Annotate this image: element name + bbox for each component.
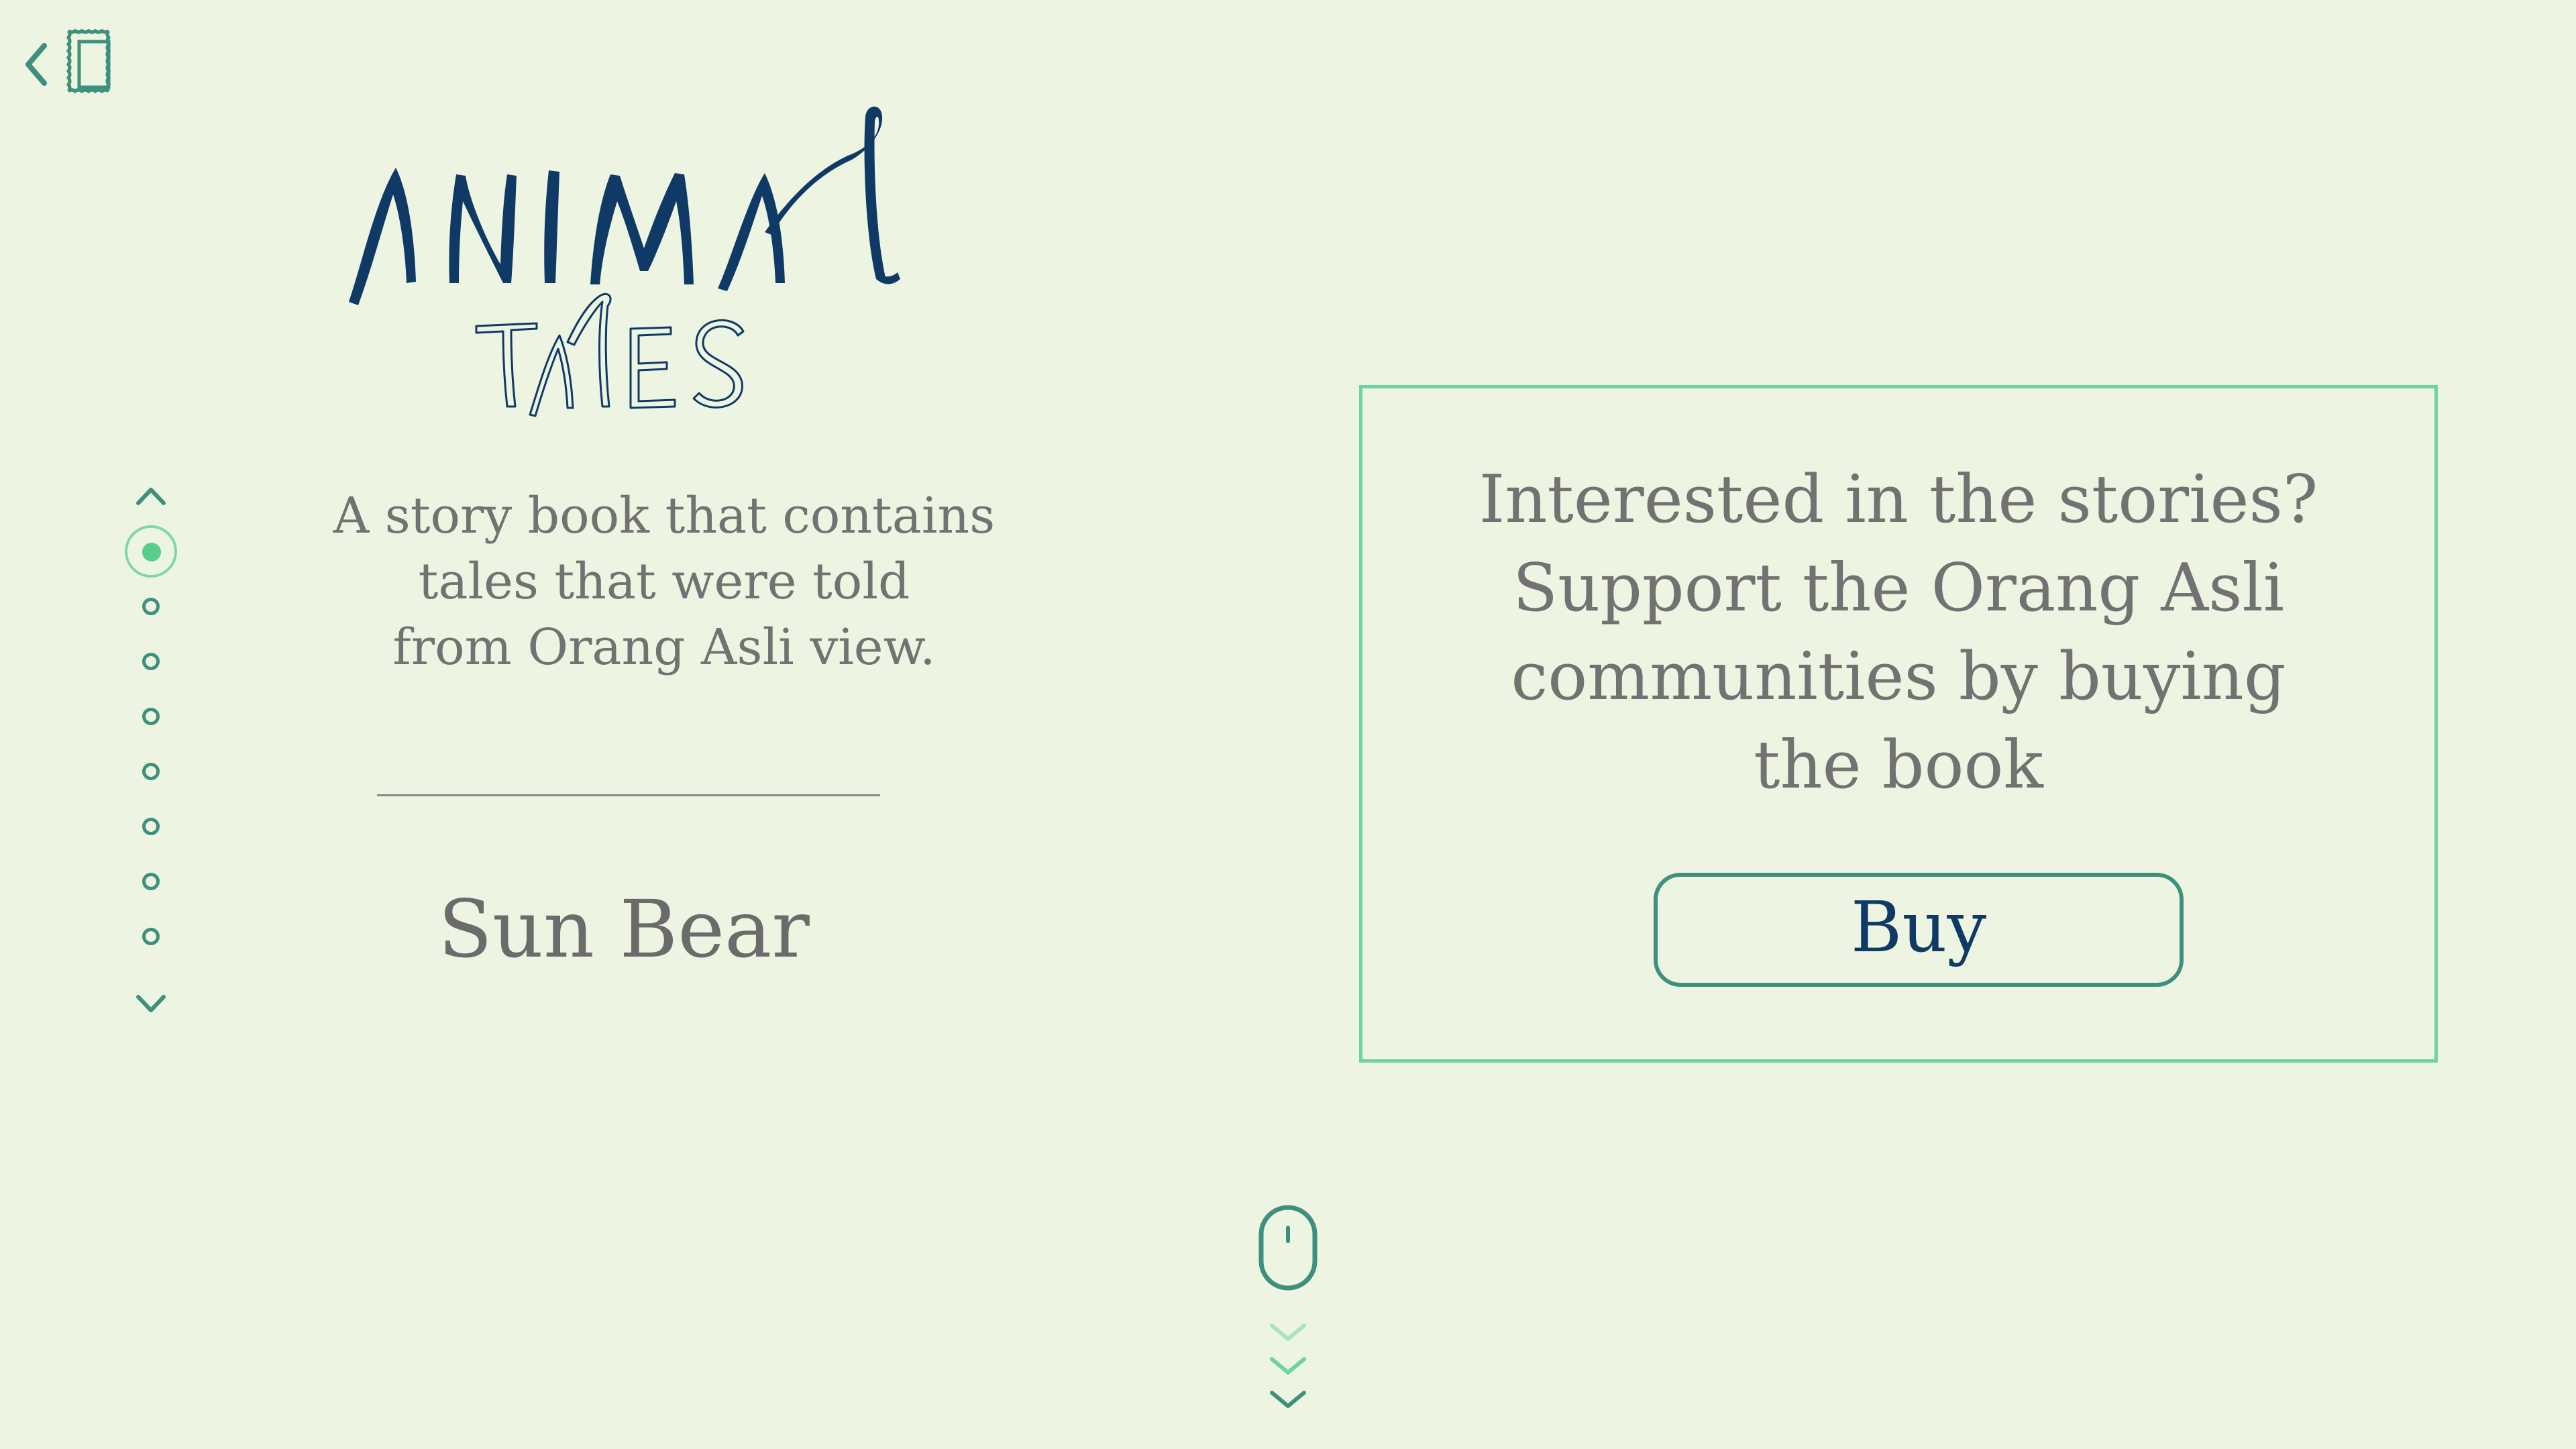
story-title: Sun Bear <box>438 883 810 975</box>
buy-button[interactable]: Buy <box>1654 873 2184 987</box>
pager-dot[interactable] <box>142 708 160 725</box>
divider <box>377 794 880 796</box>
pager-dot[interactable] <box>142 873 160 890</box>
pager-dot[interactable] <box>142 818 160 835</box>
pager-dot[interactable] <box>142 653 160 670</box>
book-description: A story book that contains tales that we… <box>333 487 996 676</box>
pager-down-button[interactable] <box>134 990 168 1017</box>
chevron-left-icon <box>25 43 47 86</box>
back-button[interactable] <box>20 24 127 105</box>
scroll-hint[interactable] <box>1241 1201 1335 1422</box>
picture-frame-icon <box>66 28 111 94</box>
pager-dot[interactable] <box>142 598 160 615</box>
pager-dot[interactable] <box>142 928 160 945</box>
mouse-icon <box>1258 1205 1318 1291</box>
triple-chevron-down-icon <box>1270 1324 1306 1408</box>
chevron-down-icon <box>136 995 166 1012</box>
purchase-message: Interested in the stories? Support the O… <box>1479 462 2318 804</box>
chevron-up-icon <box>136 488 166 505</box>
pager-dot[interactable] <box>125 525 177 578</box>
animal-tales-logo <box>335 101 953 436</box>
pager-up-button[interactable] <box>134 483 168 510</box>
page-pager <box>114 483 188 1020</box>
pager-dot[interactable] <box>142 763 160 780</box>
purchase-panel: Interested in the stories? Support the O… <box>1359 385 2438 1063</box>
